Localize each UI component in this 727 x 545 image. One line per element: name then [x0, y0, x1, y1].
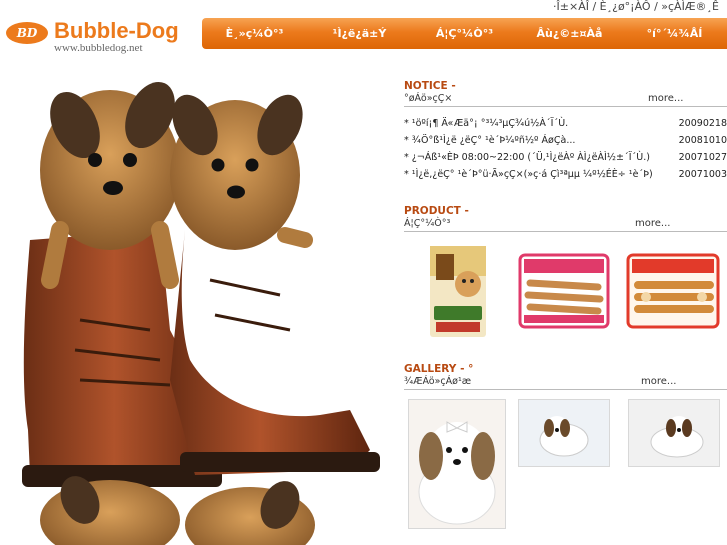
main-nav: È¸»ç¼Ò°³ ¹Ì¿ë¿ä±Ý Á¦Ç°¼Ò°³ Âù¿©±¤Àå °í°´… [202, 18, 727, 49]
product-thumb-treats-2[interactable] [626, 251, 721, 331]
product-subtitle: Á¦Ç°¼Ò°³ [404, 218, 451, 229]
notice-item-date: 20071027 [678, 152, 727, 163]
notice-item[interactable]: * ¹Ì¿ë,¿ëÇ° ¹è´Þ°ü·Ã»çÇ×(»ç·á Çì³ªµµ ¼º½… [404, 169, 727, 186]
nav-item-gallery[interactable]: Âù¿©±¤Àå [517, 18, 622, 49]
logo-badge: BD [6, 22, 48, 44]
product-thumbnails [404, 241, 727, 341]
logo-name: Bubble-Dog [54, 18, 179, 43]
gallery-thumb-1[interactable] [408, 399, 506, 529]
nav-item-products[interactable]: Á¦Ç°¼Ò°³ [412, 18, 517, 49]
notice-item[interactable]: * ¿¬Áß¹«ÈÞ 08:00~22:00 (´Ü,¹Ì¿ëÀº ÀÌ¿ëÀÌ… [404, 152, 727, 169]
nav-item-company[interactable]: È¸»ç¼Ò°³ [202, 18, 307, 49]
gallery-photo-puppy-3 [629, 400, 719, 466]
notice-title: NOTICE - [404, 80, 456, 92]
gallery-thumb-2[interactable] [518, 399, 610, 467]
notice-more-link[interactable]: more... [648, 93, 683, 104]
notice-item-text[interactable]: * ¾Ö°ß¹Ì¿ë ¿ëÇ° ¹è´Þ¼­ºñ½º ÁøÇà... [404, 135, 575, 146]
product-more-link[interactable]: more... [635, 218, 670, 229]
gallery-thumbnails [404, 395, 727, 530]
gallery-divider [404, 389, 727, 390]
gallery-photo-shih-tzu-bow [409, 400, 505, 528]
logo-url: www.bubbledog.net [54, 42, 143, 54]
gallery-more-link[interactable]: more... [641, 376, 676, 387]
product-thumb-treats-1[interactable] [518, 251, 610, 331]
gallery-title: GALLERY - ° [404, 363, 474, 375]
notice-item-date: 20090218 [678, 118, 727, 129]
product-divider [404, 231, 727, 232]
notice-item[interactable]: * ¾Ö°ß¹Ì¿ë ¿ëÇ° ¹è´Þ¼­ºñ½º ÁøÇà... 20081… [404, 135, 727, 152]
notice-item-date: 20071003 [678, 169, 727, 180]
gallery-photo-puppy-2 [519, 400, 609, 466]
notice-item-date: 20081010 [678, 135, 727, 146]
notice-item-text[interactable]: * ¹Ì¿ë,¿ëÇ° ¹è´Þ°ü·Ã»çÇ×(»ç·á Çì³ªµµ ¼º½… [404, 169, 653, 180]
notice-item[interactable]: * ¹öºí¡¶ Ä«Æä°¡ °³¼³µÇ¾ú½À´Ï´Ù. 20090218 [404, 118, 727, 135]
product-title: PRODUCT - [404, 205, 469, 217]
notice-divider [404, 106, 727, 107]
nav-item-support[interactable]: °í°´¼¾ÅÍ [622, 18, 727, 49]
notice-item-text[interactable]: * ¹öºí¡¶ Ä«Æä°¡ °³¼³µÇ¾ú½À´Ï´Ù. [404, 118, 568, 129]
product-thumb-dog-food[interactable] [426, 244, 490, 339]
notice-item-text[interactable]: * ¿¬Áß¹«ÈÞ 08:00~22:00 (´Ü,¹Ì¿ëÀº ÀÌ¿ëÀÌ… [404, 152, 650, 163]
nav-item-pricing[interactable]: ¹Ì¿ë¿ä±Ý [307, 18, 412, 49]
notice-list: * ¹öºí¡¶ Ä«Æä°¡ °³¼³µÇ¾ú½À´Ï´Ù. 20090218… [404, 118, 727, 186]
gallery-subtitle: ¾ÆÁö»çÁø¹æ [404, 376, 472, 387]
puppies-in-boots-image [22, 81, 380, 545]
notice-subtitle: °øÁö»çÇ× [404, 93, 453, 104]
gallery-thumb-3[interactable] [628, 399, 720, 467]
top-links[interactable]: ·Î±×ÀÎ / È¸¿ø°¡ÀÔ / »çÀÌÆ®¸Ê [553, 0, 719, 14]
